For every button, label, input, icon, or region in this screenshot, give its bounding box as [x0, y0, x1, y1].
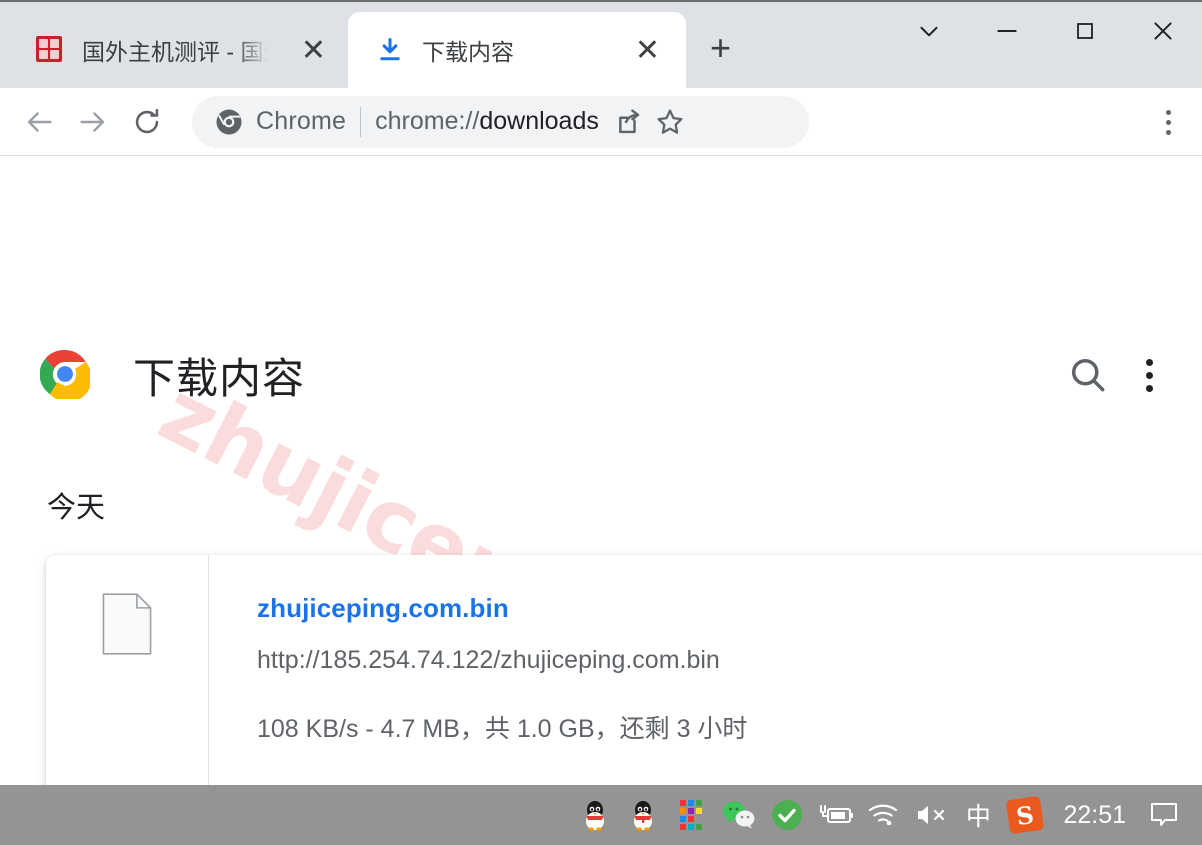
- browser-menu-button[interactable]: [1148, 102, 1188, 142]
- omnibox-url-scheme: chrome://: [375, 107, 480, 135]
- arrow-left-icon[interactable]: [12, 95, 66, 149]
- chrome-grey-icon: [216, 109, 242, 134]
- maximize-button[interactable]: [1046, 0, 1124, 62]
- download-item-details: zhujiceping.com.bin http://185.254.74.12…: [209, 555, 1202, 785]
- windows-taskbar: 中 S 22:51: [0, 785, 1202, 845]
- date-group-label: 今天: [47, 492, 106, 524]
- notification-bubble-icon[interactable]: [1140, 791, 1188, 839]
- download-status-text: 108 KB/s - 4.7 MB，共 1.0 GB，还剩 3 小时: [257, 715, 748, 743]
- tab-strip: 国外主机测评 - 国外 ✕ 下载内容 ✕ +: [0, 0, 1202, 88]
- menu-dot: [1145, 358, 1153, 366]
- menu-dot: [1145, 384, 1153, 392]
- omnibox-url: chrome://downloads: [375, 107, 599, 136]
- qq-icon-2[interactable]: [619, 791, 667, 839]
- new-tab-button[interactable]: +: [710, 30, 731, 66]
- system-tray: 中 S 22:51: [571, 791, 1202, 839]
- sogou-logo: S: [1006, 795, 1045, 835]
- menu-dot: [1165, 109, 1171, 115]
- search-icon[interactable]: [1066, 353, 1110, 397]
- address-bar[interactable]: Chrome chrome://downloads: [192, 95, 809, 148]
- download-source-url: http://185.254.74.122/zhujiceping.com.bi…: [257, 646, 720, 674]
- close-window-button[interactable]: [1124, 0, 1202, 62]
- browser-toolbar: Chrome chrome://downloads: [0, 88, 1202, 156]
- site-favicon-icon: [36, 36, 64, 64]
- qq-icon-1[interactable]: [571, 791, 619, 839]
- download-file-name-link[interactable]: zhujiceping.com.bin: [257, 593, 1202, 624]
- menu-dot: [1145, 371, 1153, 379]
- tab-active-downloads[interactable]: 下载内容 ✕: [348, 12, 686, 88]
- tab-title: 下载内容: [422, 39, 514, 65]
- tab-search-chevron-down-icon[interactable]: [890, 0, 968, 62]
- downloads-page: zhujiceping.com 下载内容 今天: [0, 157, 1202, 785]
- wechat-icon[interactable]: [715, 791, 763, 839]
- downloads-menu-button[interactable]: [1129, 353, 1169, 397]
- star-icon[interactable]: [653, 105, 687, 139]
- omnibox-divider: [360, 106, 362, 137]
- download-item-card[interactable]: zhujiceping.com.bin http://185.254.74.12…: [46, 555, 1202, 785]
- omnibox-chrome-label: Chrome: [256, 107, 347, 135]
- window-controls: [890, 0, 1202, 88]
- browser-window: 国外主机测评 - 国外 ✕ 下载内容 ✕ + Chrome chrome://d…: [0, 0, 1202, 845]
- arrow-right-icon[interactable]: [66, 95, 120, 149]
- menu-dot: [1165, 129, 1171, 135]
- download-file-icon-column: [46, 555, 209, 785]
- share-icon[interactable]: [609, 105, 643, 139]
- menu-dot: [1165, 119, 1171, 125]
- wifi-icon[interactable]: [859, 791, 907, 839]
- color-grid-icon[interactable]: [667, 791, 715, 839]
- omnibox-url-path: downloads: [479, 107, 599, 135]
- green-check-icon[interactable]: [763, 791, 811, 839]
- sogou-input-icon[interactable]: S: [1001, 791, 1049, 839]
- page-title: 下载内容: [133, 355, 306, 402]
- ime-indicator[interactable]: 中: [955, 797, 1001, 833]
- generic-file-icon: [102, 593, 152, 655]
- volume-muted-icon[interactable]: [907, 791, 955, 839]
- tab-inactive-site[interactable]: 国外主机测评 - 国外 ✕: [8, 12, 340, 88]
- reload-icon[interactable]: [120, 95, 174, 149]
- chrome-logo: [40, 350, 90, 399]
- taskbar-clock[interactable]: 22:51: [1049, 801, 1140, 830]
- tab-close-icon[interactable]: ✕: [635, 36, 660, 66]
- tab-title: 国外主机测评 - 国外: [82, 39, 268, 65]
- minimize-button[interactable]: [968, 0, 1046, 62]
- battery-charging-icon[interactable]: [811, 791, 859, 839]
- tab-close-icon[interactable]: ✕: [301, 36, 326, 66]
- download-icon: [376, 36, 404, 64]
